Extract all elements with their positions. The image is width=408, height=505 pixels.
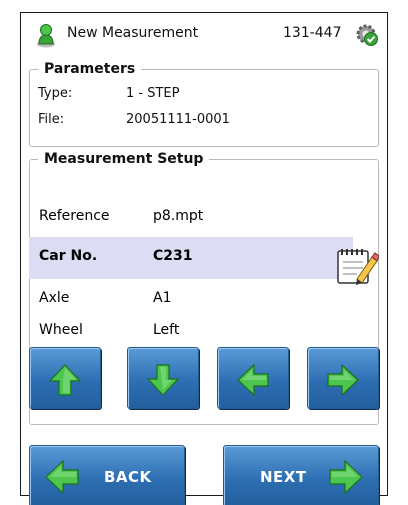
parameters-group: Parameters Type: 1 - STEP File: 20051111… (29, 61, 379, 147)
left-arrow-icon (237, 363, 269, 397)
measurement-setup-legend: Measurement Setup (38, 151, 210, 167)
left-button[interactable] (217, 347, 289, 409)
setup-row-label: Car No. (39, 248, 98, 264)
setup-row-wheel[interactable]: Wheel Left (29, 311, 353, 351)
setup-row-value: C231 (153, 248, 193, 264)
setup-row-car-no[interactable]: Car No. C231 (29, 237, 353, 279)
back-arrow-icon (45, 459, 79, 495)
notepad-pencil-icon[interactable] (335, 243, 379, 287)
device-code: 131-447 (283, 25, 342, 41)
device-screen: New Measurement 131-447 Parameters Type:… (20, 12, 388, 505)
next-button-label: NEXT (260, 468, 307, 486)
setup-row-label: Reference (39, 208, 110, 224)
down-button[interactable] (127, 347, 199, 409)
param-label: File: (38, 112, 65, 127)
setup-row-value: A1 (153, 290, 172, 306)
back-button[interactable]: BACK (29, 445, 185, 505)
parameters-legend: Parameters (38, 61, 142, 77)
param-value: 1 - STEP (126, 86, 180, 101)
right-button[interactable] (307, 347, 379, 409)
setup-row-label: Axle (39, 290, 70, 306)
next-button[interactable]: NEXT (223, 445, 379, 505)
right-arrow-icon (327, 363, 359, 397)
param-row-file: File: 20051111-0001 (38, 112, 368, 130)
setup-row-label: Wheel (39, 322, 83, 338)
person-icon (37, 24, 55, 48)
setup-row-reference[interactable]: Reference p8.mpt (29, 197, 353, 237)
param-label: Type: (38, 86, 73, 101)
screen-title: New Measurement (67, 25, 199, 41)
up-button[interactable] (29, 347, 101, 409)
next-arrow-icon (329, 459, 363, 495)
down-arrow-icon (146, 364, 180, 396)
param-row-type: Type: 1 - STEP (38, 86, 368, 104)
setup-row-value: p8.mpt (153, 208, 204, 224)
title-bar: New Measurement 131-447 (21, 13, 387, 55)
param-value: 20051111-0001 (126, 112, 230, 127)
back-button-label: BACK (104, 468, 152, 486)
setup-row-value: Left (153, 322, 180, 338)
gear-check-icon[interactable] (355, 23, 379, 47)
up-arrow-icon (48, 364, 82, 396)
